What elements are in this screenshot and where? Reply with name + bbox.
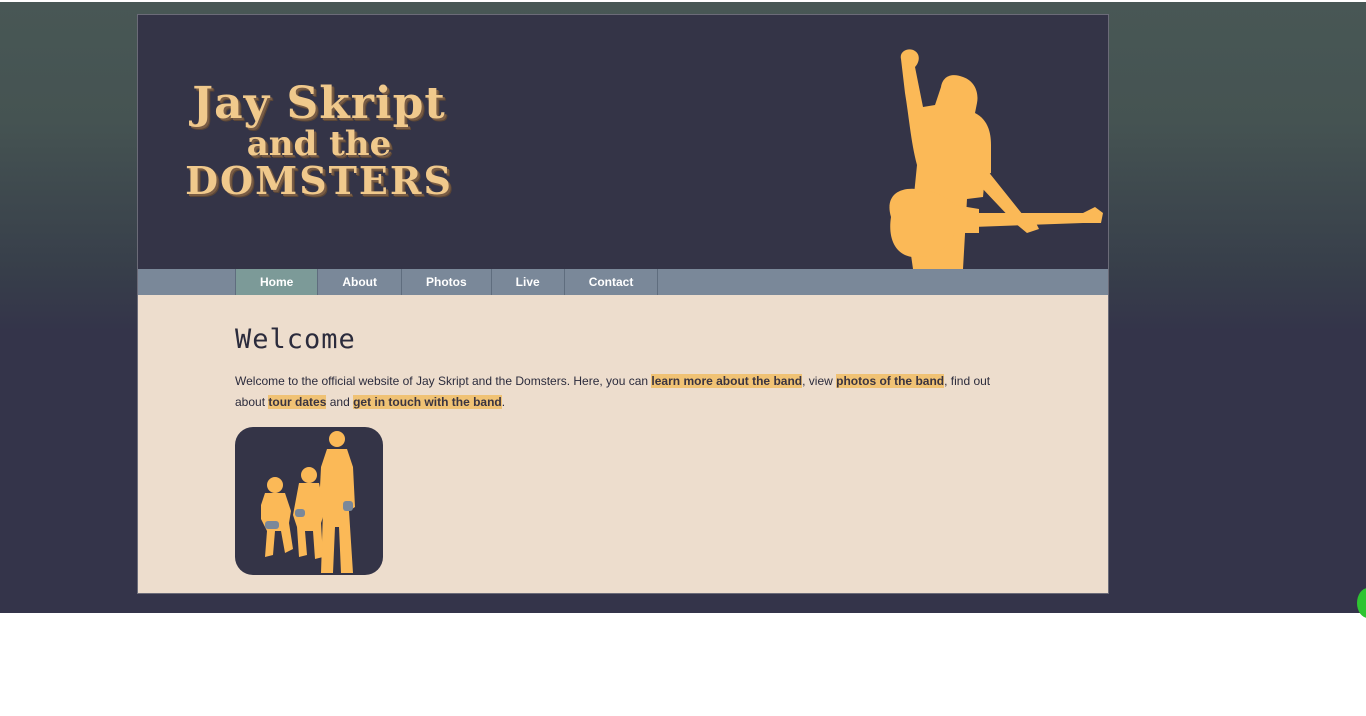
nav-item-contact[interactable]: Contact <box>565 269 659 295</box>
logo-line-1: Jay Skript <box>192 78 446 129</box>
nav-item-photos[interactable]: Photos <box>402 269 492 295</box>
site-wrapper: Jay Skript and the DOMSTERS Home About P… <box>137 14 1109 594</box>
link-about[interactable]: learn more about the band <box>651 374 803 388</box>
guitarist-silhouette <box>889 49 1103 269</box>
logo-line-3: DOMSTERS <box>185 158 453 203</box>
band-logo[interactable]: Jay Skript and the DOMSTERS <box>174 81 464 201</box>
intro-text-4: and <box>326 395 354 409</box>
logo-line-2: and the <box>246 124 392 164</box>
page-title: Welcome <box>235 324 356 355</box>
site-header: Jay Skript and the DOMSTERS <box>138 15 1108 269</box>
band-photo <box>235 427 383 575</box>
link-photos[interactable]: photos of the band <box>836 374 945 388</box>
intro-text-2: , view <box>802 374 837 388</box>
intro-paragraph: Welcome to the official website of Jay S… <box>235 371 1015 413</box>
nav-item-live[interactable]: Live <box>492 269 565 295</box>
nav-item-home[interactable]: Home <box>235 269 319 295</box>
link-contact[interactable]: get in touch with the band <box>353 395 502 409</box>
band-silhouette <box>261 431 355 573</box>
intro-text-1: Welcome to the official website of Jay S… <box>235 374 652 388</box>
main-content: Welcome Welcome to the official website … <box>235 295 1015 575</box>
link-live[interactable]: tour dates <box>268 395 327 409</box>
nav-item-about[interactable]: About <box>318 269 402 295</box>
main-navigation: Home About Photos Live Contact <box>138 269 1108 295</box>
intro-text-5: . <box>501 395 506 409</box>
